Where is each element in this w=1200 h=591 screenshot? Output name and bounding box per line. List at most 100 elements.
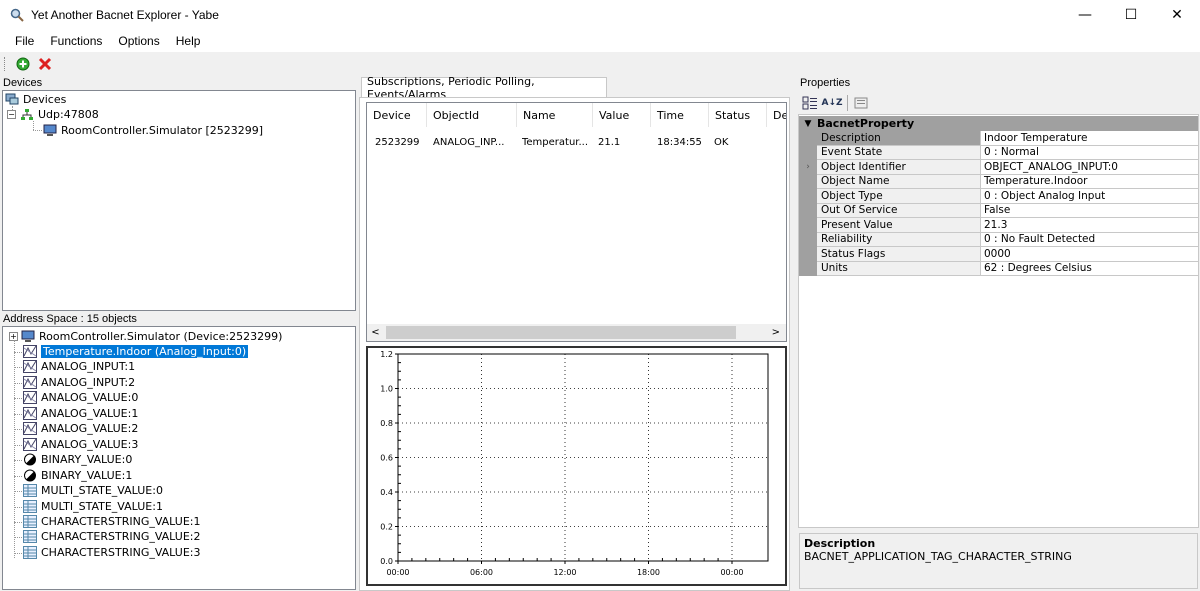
scroll-right-icon[interactable]: > <box>736 327 786 338</box>
address-space-label: Address Space : 15 objects <box>3 313 137 325</box>
property-gutter <box>799 131 817 146</box>
property-name: Reliability <box>817 232 981 247</box>
collapse-icon[interactable]: − <box>7 110 16 119</box>
property-value[interactable]: Temperature.Indoor <box>981 174 1198 189</box>
property-value[interactable]: 0 : Normal <box>981 145 1198 160</box>
tree-object-item[interactable]: CHARACTERSTRING_VALUE:1 <box>23 514 200 529</box>
y-tick-label: 1.2 <box>380 350 393 359</box>
property-row[interactable]: Units 62 : Degrees Celsius <box>799 261 1198 276</box>
property-name: Present Value <box>817 218 981 233</box>
menu-file[interactable]: File <box>7 30 42 52</box>
y-tick-label: 0.8 <box>380 419 393 428</box>
property-gutter <box>799 145 817 160</box>
maximize-button[interactable]: ☐ <box>1108 0 1154 30</box>
categorized-icon <box>802 96 817 110</box>
tree-object-item[interactable]: MULTI_STATE_VALUE:1 <box>23 499 163 514</box>
horizontal-scrollbar[interactable]: < > <box>367 324 786 341</box>
property-name: Out Of Service <box>817 203 981 218</box>
tree-object-item[interactable]: ANALOG_VALUE:0 <box>23 390 138 405</box>
property-row[interactable]: Reliability 0 : No Fault Detected <box>799 232 1198 247</box>
col-description[interactable]: De <box>767 103 786 127</box>
tree-object-item[interactable]: ANALOG_VALUE:2 <box>23 421 138 436</box>
minimize-button[interactable]: — <box>1062 0 1108 30</box>
col-status[interactable]: Status <box>709 103 767 127</box>
property-value[interactable]: 0000 <box>981 247 1198 262</box>
col-time[interactable]: Time <box>651 103 709 127</box>
property-row[interactable]: Out Of Service False <box>799 203 1198 218</box>
property-row[interactable]: Event State 0 : Normal <box>799 145 1198 160</box>
menu-options[interactable]: Options <box>110 30 167 52</box>
col-device[interactable]: Device <box>367 103 427 127</box>
col-name[interactable]: Name <box>517 103 593 127</box>
menu-bar: File Functions Options Help <box>0 30 1200 52</box>
tree-object-label: CHARACTERSTRING_VALUE:2 <box>41 530 201 544</box>
property-value[interactable]: 62 : Degrees Celsius <box>981 261 1198 276</box>
address-space-tree[interactable]: + RoomController.Simulator (Device:25232… <box>2 326 356 590</box>
col-objectid[interactable]: ObjectId <box>427 103 517 127</box>
tree-object-item[interactable]: ANALOG_VALUE:3 <box>23 437 138 452</box>
property-value[interactable]: False <box>981 203 1198 218</box>
window-title: Yet Another Bacnet Explorer - Yabe <box>31 8 219 22</box>
tree-object-item[interactable]: BINARY_VALUE:1 <box>23 468 132 483</box>
tree-object-item[interactable]: ANALOG_INPUT:2 <box>23 375 135 390</box>
property-name: Event State <box>817 145 981 160</box>
menu-help[interactable]: Help <box>168 30 209 52</box>
tree-address-root-label: RoomController.Simulator (Device:2523299… <box>39 330 283 343</box>
alphabetical-button[interactable]: A↓Z <box>821 93 842 113</box>
property-row[interactable]: Object Name Temperature.Indoor <box>799 174 1198 189</box>
tree-device-node[interactable]: RoomController.Simulator [2523299] <box>43 123 263 138</box>
tree-object-item[interactable]: ANALOG_INPUT:1 <box>23 359 135 374</box>
property-value[interactable]: OBJECT_ANALOG_INPUT:0 <box>981 160 1198 175</box>
add-device-button[interactable] <box>13 54 33 74</box>
property-gutter <box>799 203 817 218</box>
title-bar: Yet Another Bacnet Explorer - Yabe — ☐ ✕ <box>0 0 1200 30</box>
property-row[interactable]: Object Type 0 : Object Analog Input <box>799 189 1198 204</box>
computer-icon <box>21 330 35 343</box>
expand-property-icon[interactable]: › <box>799 160 817 175</box>
tree-object-label: CHARACTERSTRING_VALUE:3 <box>41 545 201 559</box>
tree-object-item[interactable]: CHARACTERSTRING_VALUE:2 <box>23 529 200 544</box>
binary-object-icon <box>23 453 37 466</box>
tab-subscriptions[interactable]: Subscriptions, Periodic Polling, Events/… <box>361 75 607 101</box>
property-row[interactable]: › Object Identifier OBJECT_ANALOG_INPUT:0 <box>799 160 1198 175</box>
cell-time: 18:34:55 <box>657 137 702 148</box>
property-pages-button[interactable] <box>851 93 871 113</box>
tree-object-item[interactable]: BINARY_VALUE:0 <box>23 452 132 467</box>
tree-devices-root[interactable]: Devices <box>5 92 66 107</box>
tree-object-item[interactable]: Temperature.Indoor (Analog_Input:0) <box>23 344 249 359</box>
tree-udp-port[interactable]: − Udp:47808 <box>7 107 99 122</box>
subscription-list[interactable]: Device ObjectId Name Value Time Status D… <box>366 102 787 342</box>
scroll-thumb[interactable] <box>386 326 736 339</box>
property-row[interactable]: Status Flags 0000 <box>799 247 1198 262</box>
property-value[interactable]: 21.3 <box>981 218 1198 233</box>
close-button[interactable]: ✕ <box>1154 0 1200 30</box>
property-value[interactable]: Indoor Temperature <box>981 131 1198 146</box>
menu-functions[interactable]: Functions <box>42 30 110 52</box>
tree-object-item[interactable]: MULTI_STATE_VALUE:0 <box>23 483 163 498</box>
tree-address-root[interactable]: + RoomController.Simulator (Device:25232… <box>9 329 282 344</box>
property-category[interactable]: ▼ BacnetProperty <box>799 116 1198 131</box>
tree-object-label: MULTI_STATE_VALUE:0 <box>41 484 163 498</box>
property-name: Object Name <box>817 174 981 189</box>
devices-tree[interactable]: Devices − Udp:47808 RoomController.Simul… <box>2 90 356 311</box>
x-tick-label: 12:00 <box>553 568 576 577</box>
y-tick-label: 0.0 <box>380 557 393 566</box>
analog-object-icon <box>23 391 37 405</box>
property-value[interactable]: 0 : Object Analog Input <box>981 189 1198 204</box>
property-row[interactable]: Present Value 21.3 <box>799 218 1198 233</box>
collapse-category-icon[interactable]: ▼ <box>799 119 817 129</box>
property-gutter <box>799 174 817 189</box>
binary-object-icon <box>23 469 37 482</box>
tree-object-item[interactable]: ANALOG_VALUE:1 <box>23 406 138 421</box>
tree-object-item[interactable]: CHARACTERSTRING_VALUE:3 <box>23 545 200 560</box>
property-value[interactable]: 0 : No Fault Detected <box>981 232 1198 247</box>
remove-device-button[interactable] <box>35 54 55 74</box>
property-gutter <box>799 189 817 204</box>
scroll-left-icon[interactable]: < <box>367 327 384 338</box>
property-row[interactable]: Description Indoor Temperature <box>799 131 1198 146</box>
description-pane: Description BACNET_APPLICATION_TAG_CHARA… <box>799 533 1198 589</box>
tree-object-label: Temperature.Indoor (Analog_Input:0) <box>41 345 249 358</box>
multistate-object-icon <box>23 530 37 544</box>
col-value[interactable]: Value <box>593 103 651 127</box>
categorized-button[interactable] <box>800 93 820 113</box>
